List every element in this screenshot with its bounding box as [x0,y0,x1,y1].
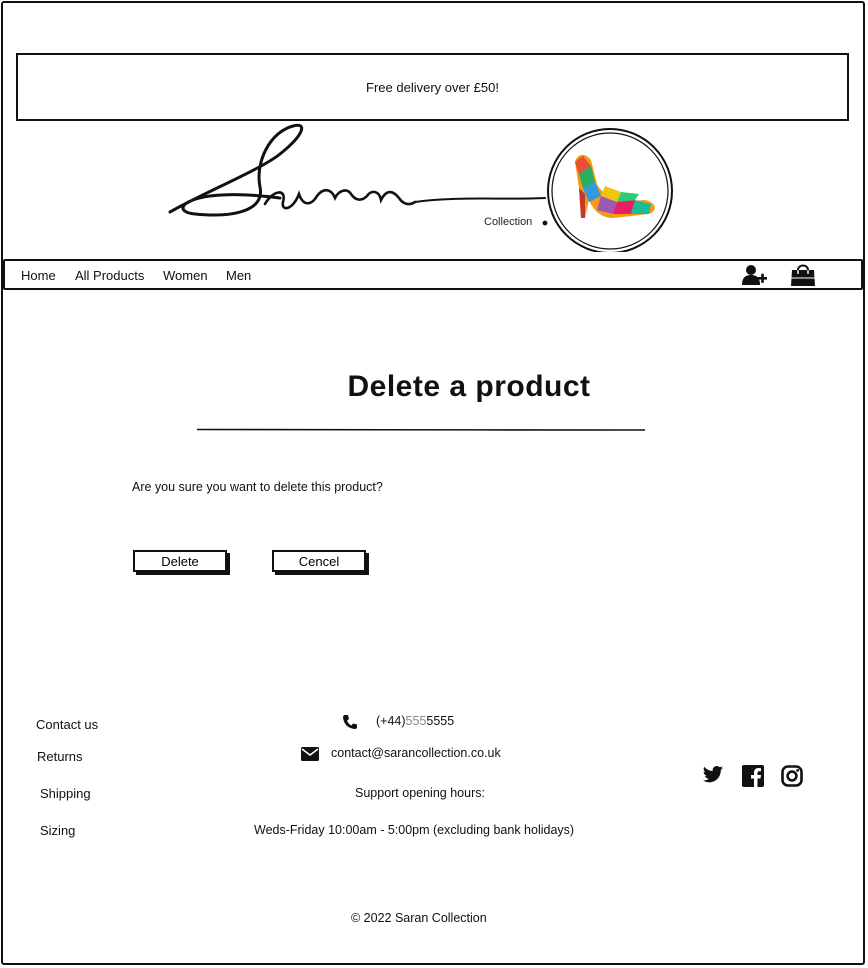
promo-banner: Free delivery over £50! [16,53,849,121]
nav-home[interactable]: Home [21,268,56,283]
footer-shipping-link[interactable]: Shipping [40,786,91,801]
page-title: Delete a product [347,370,591,403]
title-divider [197,428,645,431]
instagram-icon[interactable] [781,765,803,792]
copyright: © 2022 Saran Collection [351,911,487,925]
support-hours-title: Support opening hours: [355,786,485,800]
support-hours: Weds-Friday 10:00am - 5:00pm (excluding … [254,823,575,837]
footer-returns-link[interactable]: Returns [37,749,83,764]
logo-graphic: Collection [168,123,673,254]
envelope-icon [301,747,319,766]
footer-sizing-link[interactable]: Sizing [40,823,75,838]
logo-sub-text: Collection [484,216,532,228]
add-user-icon[interactable] [742,264,768,291]
phone-prefix: (+44) [376,714,406,728]
phone-mid: 555 [405,714,427,728]
phone-number: (+44)5555555 [376,714,454,728]
twitter-icon[interactable] [702,765,724,790]
nav-men[interactable]: Men [226,268,251,283]
delete-confirm-question: Are you sure you want to delete this pro… [132,480,383,494]
cancel-button[interactable]: Cencel [272,550,366,572]
logo[interactable]: Collection [165,122,680,254]
nav-all-products[interactable]: All Products [75,268,144,283]
promo-text: Free delivery over £50! [366,79,499,95]
main-nav: Home All Products Women Men [3,259,863,290]
delete-button[interactable]: Delete [133,550,227,572]
phone-icon [342,714,358,735]
facebook-icon[interactable] [742,765,764,792]
nav-women[interactable]: Women [163,268,208,283]
phone-suffix: 5555 [426,714,455,728]
shopping-bag-icon[interactable] [790,261,816,292]
contact-email[interactable]: contact@sarancollection.co.uk [331,746,501,760]
footer-contact-link[interactable]: Contact us [36,717,98,732]
